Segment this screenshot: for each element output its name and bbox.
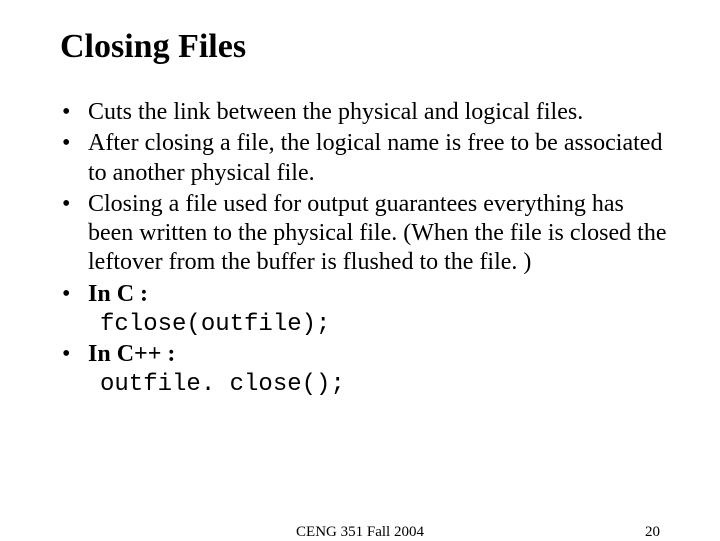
footer-course: CENG 351 Fall 2004 <box>0 524 720 541</box>
slide-content: Closing Files Cuts the link between the … <box>0 0 720 398</box>
bullet-list: In C++ : <box>48 340 672 369</box>
footer-page-number: 20 <box>645 524 660 541</box>
code-line: outfile. close(); <box>100 371 672 398</box>
bullet-label: In C : <box>88 281 148 307</box>
bullet-label: In C++ : <box>88 341 175 367</box>
bullet-list: Cuts the link between the physical and l… <box>48 98 672 309</box>
bullet-item: After closing a file, the logical name i… <box>62 129 672 188</box>
bullet-item: In C++ : <box>62 340 672 369</box>
code-line: fclose(outfile); <box>100 311 672 338</box>
bullet-item: Cuts the link between the physical and l… <box>62 98 672 127</box>
bullet-item: In C : <box>62 280 672 309</box>
slide-title: Closing Files <box>60 28 672 66</box>
bullet-item: Closing a file used for output guarantee… <box>62 190 672 278</box>
